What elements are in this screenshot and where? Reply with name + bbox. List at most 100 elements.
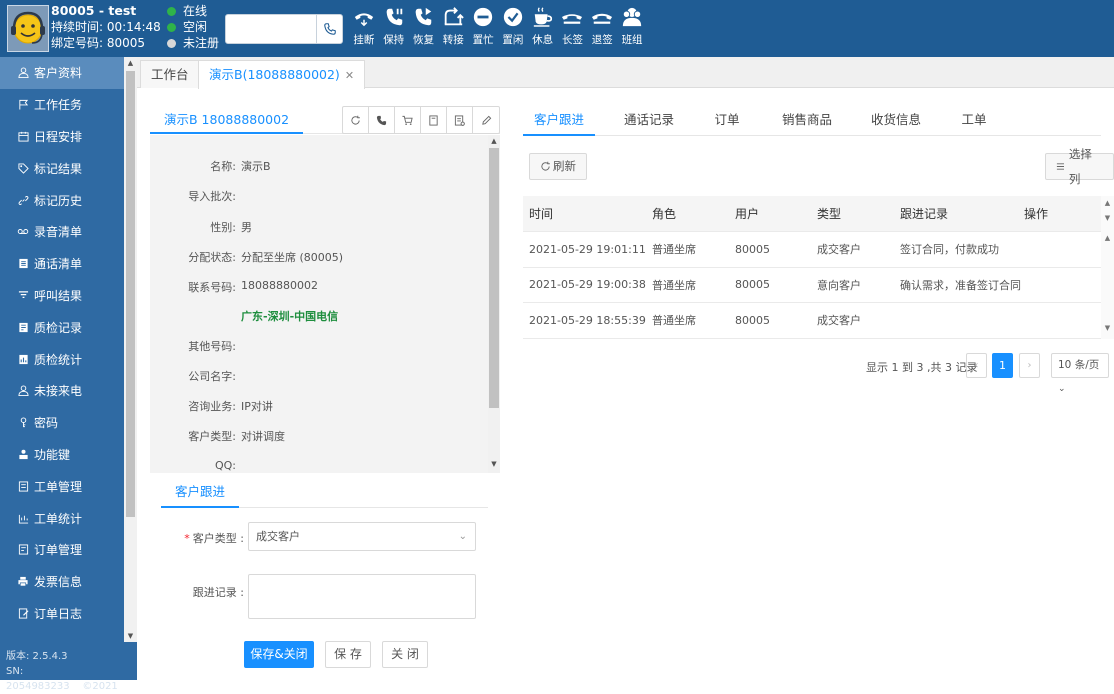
scroll-up-icon[interactable]: ▲ — [1101, 234, 1114, 242]
columns-icon — [1056, 163, 1065, 170]
header-role[interactable]: 角色 — [652, 196, 676, 231]
scroll-up-icon[interactable]: ▲ — [124, 57, 137, 69]
dial-input[interactable] — [226, 15, 318, 43]
tab-follow-up-form[interactable]: 客户跟进 — [161, 480, 240, 508]
hangup-button[interactable]: 挂断 — [349, 6, 379, 47]
field-qq: QQ: — [214, 459, 236, 472]
tab-customer-demo-b[interactable]: 演示B(18088880002) ✕ — [198, 60, 366, 89]
sidebar-item-customer-info[interactable]: 客户资料 — [0, 57, 124, 89]
sign-out-button[interactable]: 退签 — [587, 6, 617, 47]
team-button[interactable]: 班组 — [617, 6, 647, 47]
long-sign-button[interactable]: 长签 — [558, 6, 588, 47]
hold-button[interactable]: 保持 — [379, 6, 409, 47]
scroll-up-icon[interactable]: ▲ — [1101, 199, 1114, 207]
sidebar-item-call-result[interactable]: 呼叫结果 — [0, 280, 124, 312]
sidebar-item-schedule[interactable]: 日程安排 — [0, 121, 124, 153]
sidebar-item-work-tasks[interactable]: 工作任务 — [0, 89, 124, 121]
scroll-down-icon[interactable]: ▼ — [1101, 214, 1114, 222]
field-customer-type: 客户类型: 对讲调度 — [188, 430, 285, 443]
long-sign-icon — [562, 14, 583, 24]
scroll-down-icon[interactable]: ▼ — [124, 630, 137, 642]
chevron-down-icon: ⌄ — [1058, 384, 1066, 394]
table-header: 时间 角色 用户 类型 跟进记录 操作 — [523, 196, 1114, 232]
page-size-select[interactable]: 10 条/页 ⌄ — [1051, 353, 1109, 394]
refresh-icon — [541, 161, 550, 171]
customer-scrollbar[interactable]: ▲ ▼ — [488, 135, 500, 473]
sidebar-item-password[interactable]: 密码 — [0, 407, 124, 439]
status-unregistered[interactable]: 未注册 — [167, 35, 219, 51]
header-time[interactable]: 时间 — [529, 196, 553, 231]
sidebar-item-qc-records[interactable]: 质检记录 — [0, 311, 124, 343]
customer-type-label: * 客户类型 : — [184, 532, 244, 545]
dial-box — [225, 14, 343, 44]
resume-button[interactable]: 恢复 — [409, 6, 439, 47]
scroll-down-icon[interactable]: ▼ — [1101, 324, 1114, 332]
cart-button[interactable] — [395, 107, 421, 133]
status-online[interactable]: 在线 — [167, 3, 219, 19]
next-page-button[interactable]: › — [1019, 353, 1040, 378]
call-customer-button[interactable] — [369, 107, 395, 133]
ticket-button[interactable] — [421, 107, 447, 133]
chevron-down-icon: ⌄ — [458, 531, 467, 542]
customer-scroll-thumb[interactable] — [489, 148, 499, 408]
edit-button[interactable] — [473, 107, 499, 133]
table-row[interactable]: 2021-05-29 19:01:11 普通坐席 80005 成交客户 签订合同… — [523, 232, 1114, 268]
follow-record-textarea[interactable] — [248, 574, 476, 619]
status-idle[interactable]: 空闲 — [167, 19, 219, 35]
sidebar-item-missed-calls[interactable]: 未接来电 — [0, 375, 124, 407]
sidebar-scroll-thumb[interactable] — [126, 71, 135, 517]
tab-orders[interactable]: 订单 — [703, 105, 751, 136]
transfer-button[interactable]: 转接 — [438, 6, 468, 47]
tab-sales-products[interactable]: 销售商品 — [771, 105, 843, 136]
follow-up-tab-bar: 客户跟进 — [161, 480, 488, 508]
table-row[interactable]: 2021-05-29 18:55:39 普通坐席 80005 成交客户 — [523, 303, 1114, 339]
close-icon[interactable]: ✕ — [345, 69, 354, 82]
sidebar-item-invoice-info[interactable]: 发票信息 — [0, 566, 124, 598]
sidebar-item-recording-list[interactable]: 录音清单 — [0, 216, 124, 248]
prev-page-button[interactable]: ‹ — [966, 353, 987, 378]
sidebar-item-ticket-stats[interactable]: 工单统计 — [0, 502, 124, 534]
close-button[interactable]: 关 闭 — [382, 641, 428, 668]
chevron-right-icon: › — [1027, 360, 1032, 371]
table-row[interactable]: 2021-05-29 19:00:38 普通坐席 80005 意向客户 确认需求… — [523, 268, 1114, 303]
tab-shipping-info[interactable]: 收货信息 — [860, 105, 932, 136]
detail-tabs: 客户跟进 通话记录 订单 销售商品 收货信息 工单 — [523, 105, 1101, 136]
rest-button[interactable]: 休息 — [528, 6, 558, 47]
scroll-up-icon[interactable]: ▲ — [488, 137, 500, 145]
page-button-current[interactable]: 1 — [992, 353, 1013, 378]
customer-type-select[interactable]: 成交客户 ⌄ — [248, 522, 476, 551]
save-button[interactable]: 保 存 — [325, 641, 371, 668]
tab-tickets[interactable]: 工单 — [950, 105, 998, 136]
busy-button[interactable]: 置忙 — [468, 6, 498, 47]
dial-button[interactable] — [316, 15, 342, 43]
refresh-customer-button[interactable] — [343, 107, 369, 133]
tab-call-records[interactable]: 通话记录 — [613, 105, 685, 136]
sidebar-item-call-list[interactable]: 通话清单 — [0, 248, 124, 280]
sidebar-item-ticket-management[interactable]: 工单管理 — [0, 470, 124, 502]
sidebar-item-order-management[interactable]: 订单管理 — [0, 534, 124, 566]
customer-tab[interactable]: 演示B 18088880002 — [150, 106, 304, 134]
select-columns-button[interactable]: 选择列 — [1045, 147, 1114, 186]
sidebar-item-mark-result[interactable]: 标记结果 — [0, 152, 124, 184]
header-type[interactable]: 类型 — [817, 196, 841, 231]
scroll-down-icon[interactable]: ▼ — [488, 460, 500, 468]
tab-workbench[interactable]: 工作台 — [140, 60, 200, 88]
agent-bind-number: 绑定号码: 80005 — [51, 36, 146, 50]
refresh-button[interactable]: 刷新 — [529, 153, 587, 180]
invoice-button[interactable] — [447, 107, 473, 133]
header-record[interactable]: 跟进记录 — [900, 196, 948, 231]
table-scrollbar[interactable]: ▲ ▼ ▲ ▼ — [1101, 196, 1114, 339]
sidebar-item-qc-stats[interactable]: 质检统计 — [0, 343, 124, 375]
sidebar-item-mark-history[interactable]: 标记历史 — [0, 184, 124, 216]
sidebar-scrollbar[interactable]: ▲ ▼ — [124, 57, 137, 642]
save-and-close-button[interactable]: 保存&关闭 — [244, 641, 314, 668]
phone-icon — [376, 115, 387, 125]
stat-doc-icon — [18, 354, 28, 364]
idle-button[interactable]: 置闲 — [498, 6, 528, 47]
agent-title: 80005 - test — [51, 3, 137, 18]
ticket-stat-icon — [18, 514, 28, 524]
sidebar-item-order-log[interactable]: 订单日志 — [0, 598, 124, 630]
header-user[interactable]: 用户 — [735, 196, 759, 231]
sidebar-item-function-keys[interactable]: 功能键 — [0, 439, 124, 471]
tab-follow-up[interactable]: 客户跟进 — [523, 105, 595, 136]
